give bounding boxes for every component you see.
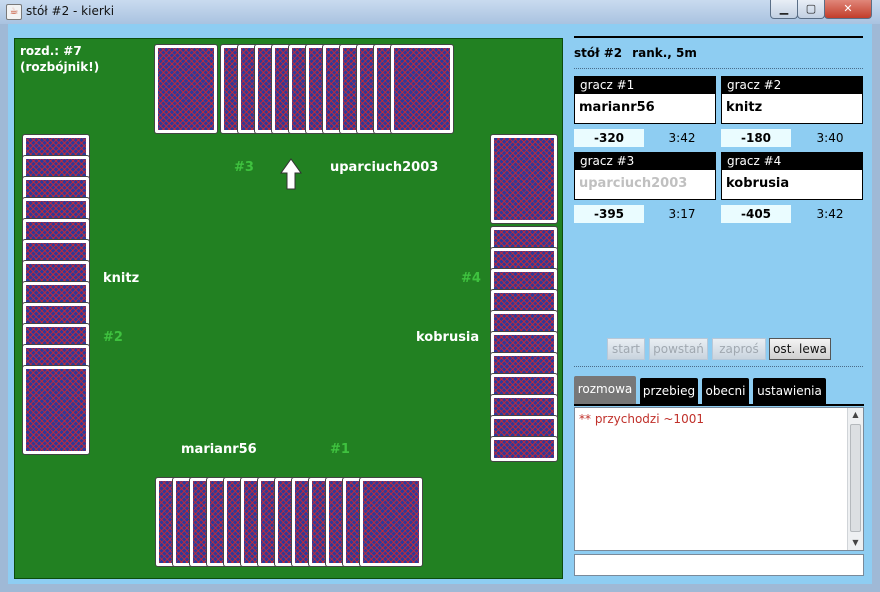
- player-time-1: 3:42: [668, 131, 696, 145]
- close-button[interactable]: ✕: [824, 0, 872, 19]
- card-back: [390, 44, 454, 134]
- seat-name-1: marianr56: [181, 442, 257, 457]
- player-score-3: -395: [574, 205, 644, 223]
- deal-info: rozd.: #7 (rozbójnik!): [20, 43, 99, 75]
- seat-number-4: #4: [461, 271, 481, 286]
- player-score-4: -405: [721, 205, 791, 223]
- player-name: knitz: [726, 100, 763, 115]
- chat-log[interactable]: ** przychodzi ~1001 ▲ ▼: [574, 407, 864, 551]
- card-back[interactable]: [359, 477, 423, 567]
- scroll-thumb[interactable]: [850, 424, 861, 532]
- minimize-button[interactable]: ▁: [770, 0, 798, 19]
- seat-name-2: knitz: [103, 271, 140, 286]
- table-header: stół #2 rank., 5m: [574, 36, 863, 66]
- card-back: [490, 134, 558, 224]
- tab-history[interactable]: przebieg: [640, 378, 698, 404]
- seat-number-1: #1: [330, 442, 350, 457]
- player-name: uparciuch2003: [579, 176, 688, 191]
- player-time-2: 3:40: [816, 131, 844, 145]
- player-time-4: 3:42: [816, 207, 844, 221]
- player-score-1: -320: [574, 129, 644, 147]
- card-back: [154, 44, 218, 134]
- invite-button[interactable]: zaproś: [712, 338, 766, 360]
- window-title: stół #2 - kierki: [26, 4, 115, 18]
- card-table: rozd.: #7 (rozbójnik!) #3 uparciuch2003 …: [14, 38, 563, 579]
- seat-number-2: #2: [103, 330, 123, 345]
- start-button[interactable]: start: [607, 338, 645, 360]
- scroll-down-icon[interactable]: ▼: [848, 536, 863, 550]
- arrow-up-icon: [280, 158, 302, 190]
- player-header: gracz #4: [722, 153, 862, 170]
- card-back: [22, 365, 90, 455]
- seat-name-4: kobrusia: [416, 330, 480, 345]
- divider: [574, 366, 863, 367]
- player-header: gracz #2: [722, 77, 862, 94]
- table-info: rank., 5m: [632, 46, 697, 60]
- chat-input[interactable]: [574, 554, 864, 576]
- seat-name-3: uparciuch2003: [330, 160, 439, 175]
- chat-message: ** przychodzi ~1001: [579, 412, 704, 426]
- tab-settings[interactable]: ustawienia: [753, 378, 826, 404]
- player-header: gracz #3: [575, 153, 715, 170]
- player-box-1: gracz #1 marianr56: [574, 76, 716, 124]
- java-coffee-icon: ☕: [6, 4, 22, 20]
- stand-up-button[interactable]: powstań: [649, 338, 708, 360]
- table-name: stół #2: [574, 46, 623, 60]
- player-box-2: gracz #2 knitz: [721, 76, 863, 124]
- player-box-4: gracz #4 kobrusia: [721, 152, 863, 200]
- player-name: marianr56: [579, 100, 655, 115]
- player-header: gracz #1: [575, 77, 715, 94]
- player-name: kobrusia: [726, 176, 790, 191]
- divider: [574, 68, 863, 69]
- title-bar[interactable]: ☕ stół #2 - kierki ▁ ▢ ✕: [0, 0, 880, 24]
- chat-scrollbar[interactable]: ▲ ▼: [847, 408, 863, 550]
- player-score-2: -180: [721, 129, 791, 147]
- tab-underline: [574, 404, 864, 406]
- tab-present[interactable]: obecni: [702, 378, 749, 404]
- maximize-button[interactable]: ▢: [797, 0, 825, 19]
- deal-number: rozd.: #7: [20, 44, 82, 58]
- seat-number-3: #3: [234, 160, 254, 175]
- last-trick-button[interactable]: ost. lewa: [769, 338, 831, 360]
- scroll-up-icon[interactable]: ▲: [848, 408, 863, 422]
- window-client-area: rozd.: #7 (rozbójnik!) #3 uparciuch2003 …: [8, 24, 872, 584]
- player-time-3: 3:17: [668, 207, 696, 221]
- player-box-3: gracz #3 uparciuch2003: [574, 152, 716, 200]
- deal-mode: (rozbójnik!): [20, 60, 100, 74]
- card-back: [490, 436, 558, 462]
- tab-chat[interactable]: rozmowa: [574, 376, 636, 404]
